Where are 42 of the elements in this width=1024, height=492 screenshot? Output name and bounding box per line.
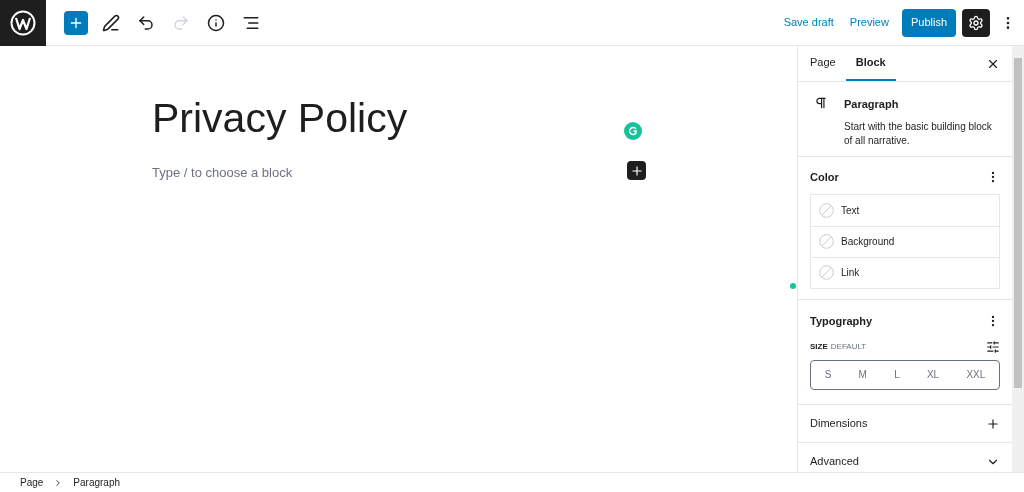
- grammar-check-icon[interactable]: [624, 122, 642, 140]
- plus-icon: [629, 163, 644, 178]
- size-value: DEFAULT: [830, 340, 867, 353]
- size-option[interactable]: XL: [922, 364, 944, 385]
- pencil-icon: [102, 13, 120, 32]
- empty-swatch-icon: [819, 265, 834, 280]
- empty-swatch-icon: [819, 202, 834, 218]
- sliders-icon: [986, 339, 1000, 354]
- site-logo[interactable]: [0, 0, 46, 46]
- custom-size-button[interactable]: [986, 339, 1000, 354]
- size-option[interactable]: XXL: [962, 364, 990, 385]
- add-block-button[interactable]: [627, 161, 646, 180]
- wordpress-logo-icon: [10, 9, 36, 36]
- undo-icon: [137, 13, 155, 32]
- size-label: SIZE: [810, 340, 828, 353]
- preview-link[interactable]: Preview: [849, 14, 889, 31]
- save-draft-link[interactable]: Save draft: [783, 14, 834, 31]
- redo-icon: [172, 13, 190, 32]
- paragraph-icon: [814, 96, 828, 110]
- block-name: Paragraph: [844, 97, 900, 112]
- color-option[interactable]: Link: [811, 256, 999, 288]
- empty-swatch-icon: [819, 234, 834, 249]
- size-option[interactable]: L: [890, 364, 904, 385]
- size-option[interactable]: S: [820, 364, 836, 385]
- settings-icon: [968, 14, 984, 31]
- sidebar-tab[interactable]: Page: [800, 46, 846, 81]
- color-option[interactable]: Background: [811, 225, 999, 257]
- panel-title: Typography: [810, 314, 873, 329]
- size-option[interactable]: M: [854, 364, 871, 385]
- page-title[interactable]: Privacy Policy: [152, 98, 797, 139]
- breadcrumb-link[interactable]: Paragraph: [73, 475, 121, 490]
- panel-title: Color: [810, 170, 839, 185]
- add-block-button[interactable]: [64, 10, 88, 35]
- settings-button[interactable]: [962, 8, 990, 37]
- block-description: Start with the basic building block of all narrative.: [844, 119, 993, 148]
- block-placeholder[interactable]: Type / to choose a block: [152, 163, 293, 183]
- breadcrumb-link[interactable]: Page: [20, 475, 44, 490]
- info-icon: [207, 13, 225, 32]
- sidebar-tab[interactable]: Block: [845, 46, 896, 81]
- plus-icon: [986, 416, 1000, 431]
- publish-button[interactable]: Publish: [901, 8, 956, 37]
- color-option[interactable]: Text: [811, 194, 999, 226]
